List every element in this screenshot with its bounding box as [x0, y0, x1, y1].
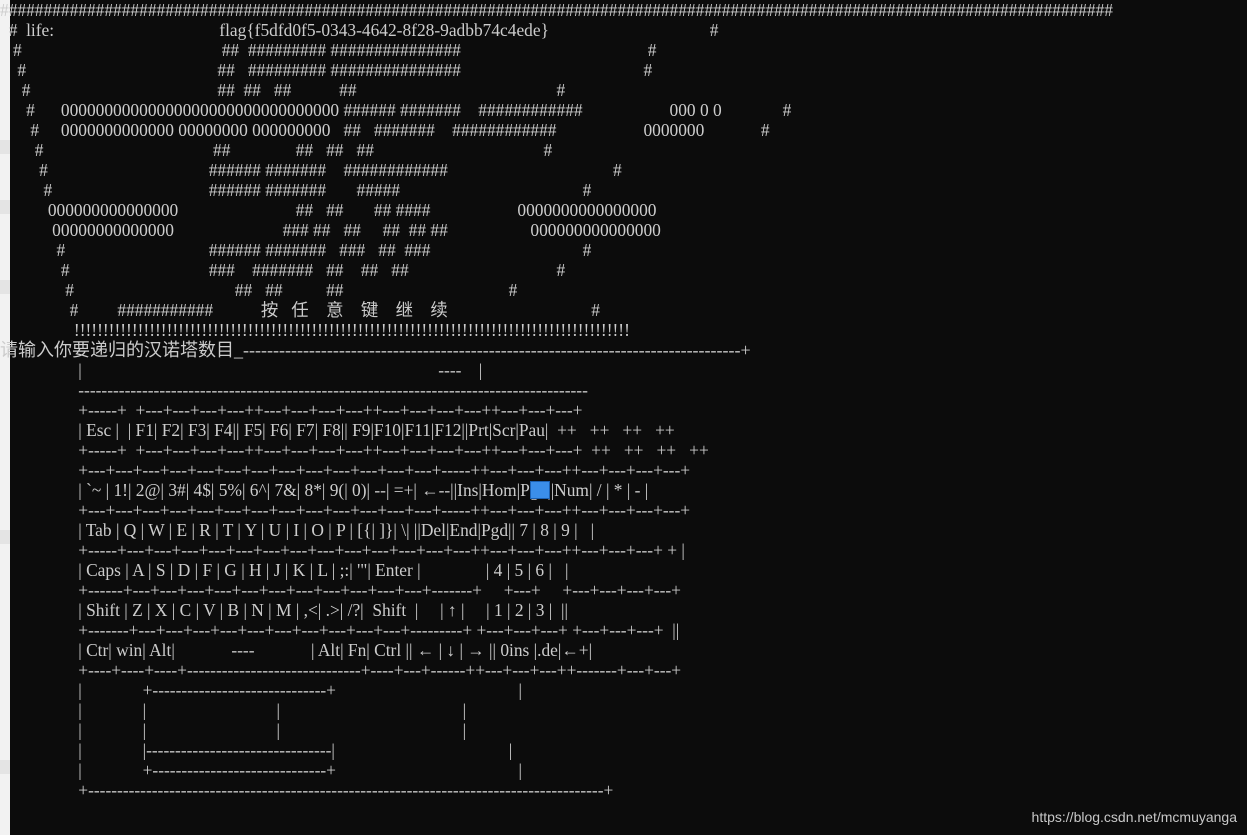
keyboard-bottom-row: | Ctr| win| Alt| ---- | Alt| Fn| Ctrl ||… — [0, 640, 593, 660]
touchpad-line: | +------------------------------+ | — [0, 760, 523, 780]
console-line: # ###### ####### ############ # — [0, 160, 622, 180]
console-line: # ## ## ## ## # — [0, 140, 553, 160]
console-line: 00000000000000 ### ## ## ## ## ## 000000… — [0, 220, 661, 240]
console-line: # 0000000000000 00000000 000000000 ## ##… — [0, 120, 770, 140]
console-input-prompt[interactable]: 请输入你要递归的汉诺塔数目_--------------------------… — [0, 340, 751, 360]
keyboard-qwerty-row: | Tab | Q | W | E | R | T | Y | U | I | … — [0, 520, 595, 540]
keyboard-border-bottom: +---------------------------------------… — [0, 780, 614, 800]
console-line-press-any-key: # ########### 按 任 意 键 继 续 # — [0, 300, 600, 320]
console-line: # ## ## ## ## # — [0, 80, 566, 100]
touchpad-line: | |--------------------------------| | — [0, 740, 513, 760]
watermark-url: https://blog.csdn.net/mcmuyanga — [1031, 809, 1237, 825]
highlighted-key-8 — [530, 481, 550, 499]
touchpad-line: | | | | — [0, 720, 467, 740]
keyboard-line: +----+----+----+------------------------… — [0, 660, 682, 680]
keyboard-line: +---+---+---+---+---+---+---+---+---+---… — [0, 460, 691, 480]
touchpad-line: | | | | — [0, 700, 467, 720]
console-line: | ---- | — [0, 360, 483, 380]
keyboard-line: +-----+ +---+---+---+---++---+---+---+--… — [0, 440, 709, 460]
keyboard-line: +------+---+---+---+---+---+---+---+---+… — [0, 580, 681, 600]
keyboard-line: +---+---+---+---+---+---+---+---+---+---… — [0, 500, 691, 520]
console-line: ----------------------------------------… — [0, 380, 588, 400]
keyboard-number-row: | `~ | 1!| 2@| 3#| 4$| 5%| 6^| 7&| 8*| 9… — [0, 480, 649, 500]
console-line: # ## ######### ############### # — [0, 40, 657, 60]
console-window[interactable]: ########################################… — [0, 0, 1247, 835]
console-line: !!!!!!!!!!!!!!!!!!!!!!!!!!!!!!!!!!!!!!!!… — [0, 320, 630, 340]
keyboard-home-row: | Caps | A | S | D | F | G | H | J | K |… — [0, 560, 569, 580]
console-line-border-top: ########################################… — [0, 0, 1113, 20]
keyboard-line: +-------+---+---+---+---+---+---+---+---… — [0, 620, 680, 640]
keyboard-line: +-----+ +---+---+---+---++---+---+---+--… — [0, 400, 583, 420]
console-line: # ## ######### ############### # — [0, 60, 653, 80]
console-line: 000000000000000 ## ## ## #### 0000000000… — [0, 200, 657, 220]
touchpad-line: | +------------------------------+ | — [0, 680, 523, 700]
console-line: # ## ## ## # — [0, 280, 518, 300]
console-line-life-flag: # life: flag{f5dfd0f5-0343-4642-8f28-9ad… — [0, 20, 719, 40]
console-line: # ### ####### ## ## ## # — [0, 260, 566, 280]
console-line: # ###### ####### ##### # — [0, 180, 592, 200]
console-line: # 00000000000000000000000000000000 #####… — [0, 100, 792, 120]
console-line: # ###### ####### ### ## ### # — [0, 240, 592, 260]
keyboard-shift-row: | Shift | Z | X | C | V | B | N | M | ,<… — [0, 600, 568, 620]
keyboard-line: +-----+---+---+---+---+---+---+---+---+-… — [0, 540, 685, 560]
keyboard-function-row: | Esc | | F1| F2| F3| F4|| F5| F6| F7| F… — [0, 420, 675, 440]
